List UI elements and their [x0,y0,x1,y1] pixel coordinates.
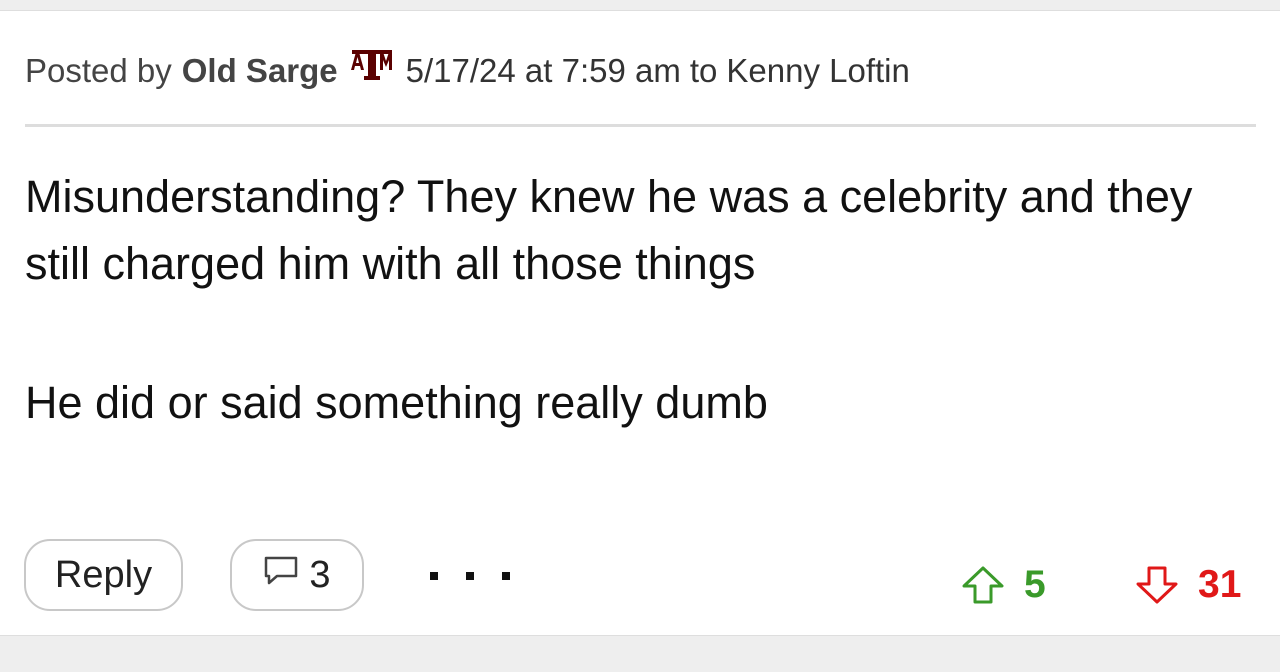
comment-count: 3 [309,553,331,596]
ellipsis-icon [430,572,438,580]
upvote-button[interactable]: 5 [960,559,1046,611]
downvote-button[interactable]: 31 [1134,559,1241,611]
to-label: to [689,52,718,89]
speech-bubble-icon [263,554,299,597]
reply-button-label: Reply [54,553,153,596]
post-paragraph: Misunderstanding? They knew he was a cel… [25,171,1193,289]
page: Posted by Old Sarge 5/17/24 at 7:59 am t… [0,0,1280,672]
posted-by-label: Posted by [25,52,172,89]
downvote-count: 31 [1198,563,1242,606]
ellipsis-icon [502,572,510,580]
post-body: Misunderstanding? They knew he was a cel… [25,163,1255,436]
texas-am-logo-icon [350,50,394,80]
post-meta: 5/17/24 at 7:59 am to Kenny Loftin [406,52,910,90]
arrow-up-icon [960,565,1006,605]
post-paragraph: He did or said something really dumb [25,377,768,428]
author-name[interactable]: Old Sarge [182,52,338,90]
post-card: Posted by Old Sarge 5/17/24 at 7:59 am t… [0,10,1280,636]
ellipsis-icon [466,572,474,580]
comments-button[interactable]: 3 [230,539,364,611]
reply-button[interactable]: Reply [24,539,183,611]
arrow-down-icon [1134,565,1180,605]
more-options-button[interactable] [430,556,510,596]
header-divider [25,124,1256,127]
upvote-count: 5 [1024,563,1046,606]
post-header: Posted by Old Sarge 5/17/24 at 7:59 am t… [25,49,910,93]
recipient-name[interactable]: Kenny Loftin [726,52,909,89]
post-date: 5/17/24 at 7:59 am [405,52,681,89]
